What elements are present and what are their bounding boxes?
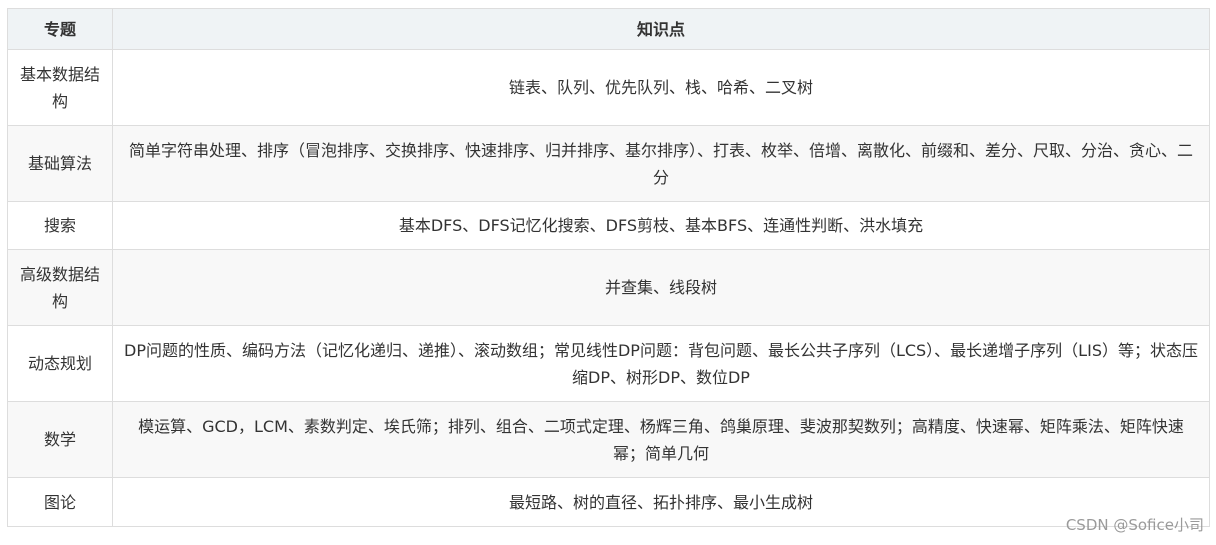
- row-topic: 动态规划: [7, 325, 113, 402]
- row-points: 模运算、GCD，LCM、素数判定、埃氏筛；排列、组合、二项式定理、杨辉三角、鸽巢…: [112, 401, 1210, 478]
- row-topic: 基本数据结构: [7, 49, 113, 126]
- row-points: 基本DFS、DFS记忆化搜索、DFS剪枝、基本BFS、连通性判断、洪水填充: [112, 201, 1210, 250]
- header-topic: 专题: [7, 8, 113, 50]
- table-row: 高级数据结构 并查集、线段树: [7, 249, 1210, 326]
- table-row: 图论 最短路、树的直径、拓扑排序、最小生成树: [7, 477, 1210, 527]
- row-points: 链表、队列、优先队列、栈、哈希、二叉树: [112, 49, 1210, 126]
- row-points: 简单字符串处理、排序（冒泡排序、交换排序、快速排序、归并排序、基尔排序）、打表、…: [112, 125, 1210, 202]
- header-points: 知识点: [112, 8, 1210, 50]
- table-row: 基本数据结构 链表、队列、优先队列、栈、哈希、二叉树: [7, 49, 1210, 126]
- table-row: 动态规划 DP问题的性质、编码方法（记忆化递归、递推）、滚动数组；常见线性DP问…: [7, 325, 1210, 402]
- table-header-row: 专题 知识点: [7, 8, 1210, 50]
- table-row: 数学 模运算、GCD，LCM、素数判定、埃氏筛；排列、组合、二项式定理、杨辉三角…: [7, 401, 1210, 478]
- row-points: 并查集、线段树: [112, 249, 1210, 326]
- row-points: DP问题的性质、编码方法（记忆化递归、递推）、滚动数组；常见线性DP问题：背包问…: [112, 325, 1210, 402]
- watermark: CSDN @Sofice小司: [1065, 516, 1204, 534]
- row-topic: 数学: [7, 401, 113, 478]
- row-topic: 图论: [7, 477, 113, 527]
- row-topic: 搜索: [7, 201, 113, 250]
- row-points: 最短路、树的直径、拓扑排序、最小生成树: [112, 477, 1210, 527]
- table-row: 搜索 基本DFS、DFS记忆化搜索、DFS剪枝、基本BFS、连通性判断、洪水填充: [7, 201, 1210, 250]
- topics-table: 专题 知识点 基本数据结构 链表、队列、优先队列、栈、哈希、二叉树 基础算法 简…: [7, 8, 1210, 527]
- table-row: 基础算法 简单字符串处理、排序（冒泡排序、交换排序、快速排序、归并排序、基尔排序…: [7, 125, 1210, 202]
- row-topic: 高级数据结构: [7, 249, 113, 326]
- row-topic: 基础算法: [7, 125, 113, 202]
